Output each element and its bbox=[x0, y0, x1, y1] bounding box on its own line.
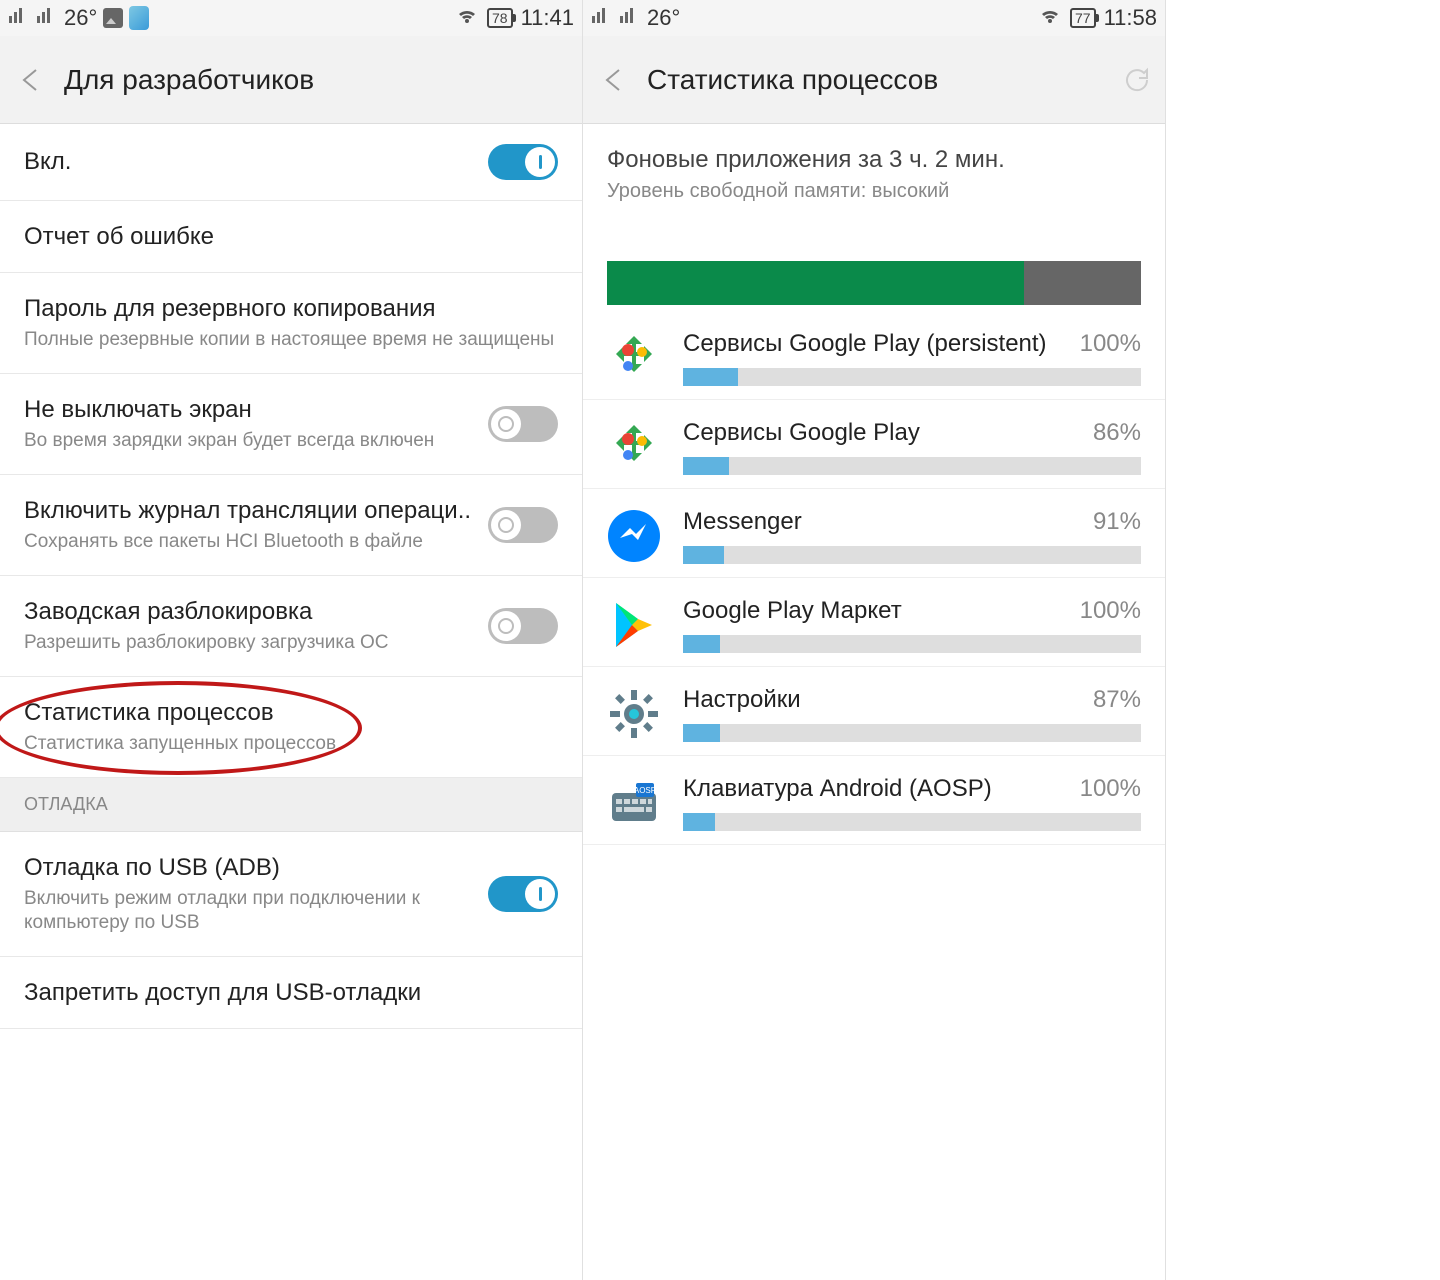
row-label: Отчет об ошибке bbox=[24, 221, 558, 252]
row-label: Пароль для резервного копирования bbox=[24, 293, 558, 324]
status-bar: 26° 77 11:58 bbox=[583, 0, 1165, 36]
process-percent: 100% bbox=[1080, 330, 1141, 358]
play-services-icon bbox=[603, 327, 665, 389]
battery-level: 77 bbox=[1070, 8, 1096, 28]
process-name: Сервисы Google Play (persistent) bbox=[683, 330, 1068, 358]
signal-icon bbox=[619, 6, 641, 30]
process-bar bbox=[683, 635, 1141, 653]
back-button[interactable] bbox=[595, 60, 635, 100]
process-percent: 87% bbox=[1093, 686, 1141, 714]
wifi-icon bbox=[455, 5, 479, 31]
phone-right: 26° 77 11:58 Статистика процессов Фоновы… bbox=[583, 0, 1166, 1280]
process-row[interactable]: Сервисы Google Play (persistent) 100% bbox=[583, 311, 1165, 400]
process-row[interactable]: Messenger 91% bbox=[583, 489, 1165, 578]
summary-subtitle: Уровень свободной памяти: высокий bbox=[607, 180, 1141, 203]
page-title: Статистика процессов bbox=[647, 64, 938, 96]
process-percent: 86% bbox=[1093, 419, 1141, 447]
row-sublabel: Сохранять все пакеты HCI Bluetooth в фай… bbox=[24, 530, 488, 555]
svg-text:AOSP: AOSP bbox=[634, 786, 656, 795]
play-store-icon bbox=[603, 594, 665, 656]
keyboard-icon: AOSP bbox=[603, 772, 665, 834]
toggle-hci-log[interactable] bbox=[488, 507, 558, 543]
row-sublabel: Разрешить разблокировку загрузчика ОС bbox=[24, 631, 488, 656]
signal-icon bbox=[591, 6, 613, 30]
process-percent: 100% bbox=[1080, 597, 1141, 625]
row-sublabel: Полные резервные копии в настоящее время… bbox=[24, 328, 558, 353]
row-revoke-usb[interactable]: Запретить доступ для USB-отладки bbox=[0, 957, 582, 1029]
row-process-stats[interactable]: Статистика процессов Статистика запущенн… bbox=[0, 677, 582, 778]
row-sublabel: Во время зарядки экран будет всегда вклю… bbox=[24, 429, 488, 454]
status-clock: 11:41 bbox=[521, 5, 574, 31]
back-button[interactable] bbox=[12, 60, 52, 100]
process-bar bbox=[683, 813, 1141, 831]
process-row[interactable]: Сервисы Google Play 86% bbox=[583, 400, 1165, 489]
process-row[interactable]: AOSP Клавиатура Android (AOSP) 100% bbox=[583, 756, 1165, 845]
process-row[interactable]: Google Play Маркет 100% bbox=[583, 578, 1165, 667]
row-hci-log[interactable]: Включить журнал трансляции операци.. Сох… bbox=[0, 475, 582, 576]
process-bar bbox=[683, 546, 1141, 564]
row-backup-password[interactable]: Пароль для резервного копирования Полные… bbox=[0, 273, 582, 374]
row-label: Не выключать экран bbox=[24, 394, 488, 425]
row-label: Отладка по USB (ADB) bbox=[24, 852, 488, 883]
process-bar bbox=[683, 368, 1141, 386]
phone-left: 26° 78 11:41 Для разработчиков Вкл. Отче… bbox=[0, 0, 583, 1280]
process-list: Сервисы Google Play (persistent)100%Серв… bbox=[583, 311, 1165, 845]
header: Для разработчиков bbox=[0, 36, 582, 124]
row-label: Заводская разблокировка bbox=[24, 596, 488, 627]
process-name: Сервисы Google Play bbox=[683, 419, 1081, 447]
row-label: Включить журнал трансляции операци.. bbox=[24, 495, 488, 526]
settings-list: Вкл. Отчет об ошибке Пароль для резервно… bbox=[0, 124, 582, 1029]
process-name: Google Play Маркет bbox=[683, 597, 1068, 625]
row-sublabel: Статистика запущенных процессов bbox=[24, 732, 558, 757]
phone-notification-icon bbox=[129, 6, 149, 30]
process-bar bbox=[683, 724, 1141, 742]
page-title: Для разработчиков bbox=[64, 64, 314, 96]
play-services-icon bbox=[603, 416, 665, 478]
picture-icon bbox=[103, 8, 123, 28]
toggle-enable[interactable] bbox=[488, 144, 558, 180]
process-row[interactable]: Настройки 87% bbox=[583, 667, 1165, 756]
status-temperature: 26° bbox=[64, 5, 97, 31]
battery-level: 78 bbox=[487, 8, 513, 28]
status-bar: 26° 78 11:41 bbox=[0, 0, 582, 36]
wifi-icon bbox=[1038, 5, 1062, 31]
signal-icon bbox=[8, 6, 30, 30]
process-name: Клавиатура Android (AOSP) bbox=[683, 775, 1068, 803]
row-label: Вкл. bbox=[24, 146, 488, 177]
row-enable[interactable]: Вкл. bbox=[0, 124, 582, 201]
status-clock: 11:58 bbox=[1104, 5, 1157, 31]
summary-title: Фоновые приложения за 3 ч. 2 мин. bbox=[607, 146, 1141, 174]
toggle-stay-awake[interactable] bbox=[488, 406, 558, 442]
row-sublabel: Включить режим отладки при подключении к… bbox=[24, 887, 488, 936]
process-name: Messenger bbox=[683, 508, 1081, 536]
messenger-icon bbox=[603, 505, 665, 567]
process-percent: 100% bbox=[1080, 775, 1141, 803]
row-stay-awake[interactable]: Не выключать экран Во время зарядки экра… bbox=[0, 374, 582, 475]
process-name: Настройки bbox=[683, 686, 1081, 714]
memory-bar-fill bbox=[607, 261, 1024, 305]
section-header-debug: ОТЛАДКА bbox=[0, 778, 582, 832]
row-bug-report[interactable]: Отчет об ошибке bbox=[0, 201, 582, 273]
header: Статистика процессов bbox=[583, 36, 1165, 124]
row-label: Запретить доступ для USB-отладки bbox=[24, 977, 558, 1008]
toggle-usb-debug[interactable] bbox=[488, 876, 558, 912]
toggle-oem-unlock[interactable] bbox=[488, 608, 558, 644]
row-oem-unlock[interactable]: Заводская разблокировка Разрешить разбло… bbox=[0, 576, 582, 677]
row-label: Статистика процессов bbox=[24, 697, 558, 728]
status-temperature: 26° bbox=[647, 5, 680, 31]
process-bar bbox=[683, 457, 1141, 475]
memory-bar bbox=[607, 261, 1141, 305]
process-percent: 91% bbox=[1093, 508, 1141, 536]
row-usb-debug[interactable]: Отладка по USB (ADB) Включить режим отла… bbox=[0, 832, 582, 958]
refresh-icon[interactable] bbox=[1121, 64, 1153, 96]
signal-icon bbox=[36, 6, 58, 30]
summary: Фоновые приложения за 3 ч. 2 мин. Уровен… bbox=[583, 124, 1165, 221]
settings-icon bbox=[603, 683, 665, 745]
